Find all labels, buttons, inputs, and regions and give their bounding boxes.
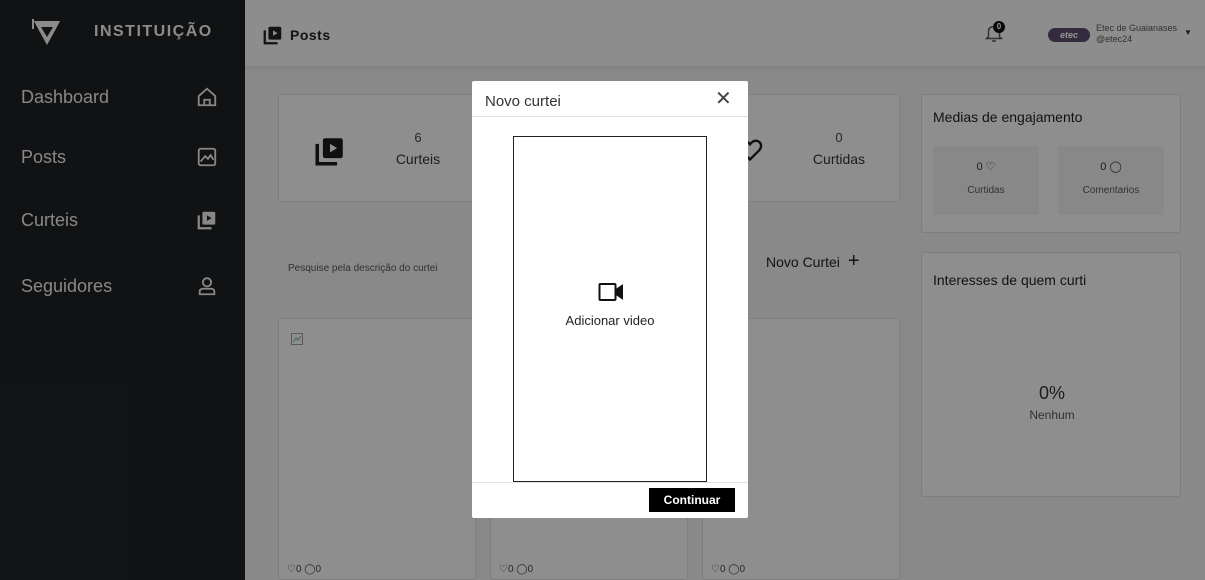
add-video-label: Adicionar video [565,313,655,328]
continue-button[interactable]: Continuar [649,488,735,512]
divider [472,116,748,117]
divider [472,482,748,483]
modal-title: Novo curtei [485,93,561,110]
close-icon[interactable]: ✕ [715,89,732,109]
new-curtei-modal: Novo curtei ✕ Adicionar video Continuar [472,81,748,518]
video-camera-icon [598,283,623,301]
video-drop-zone[interactable]: Adicionar video [513,136,707,482]
